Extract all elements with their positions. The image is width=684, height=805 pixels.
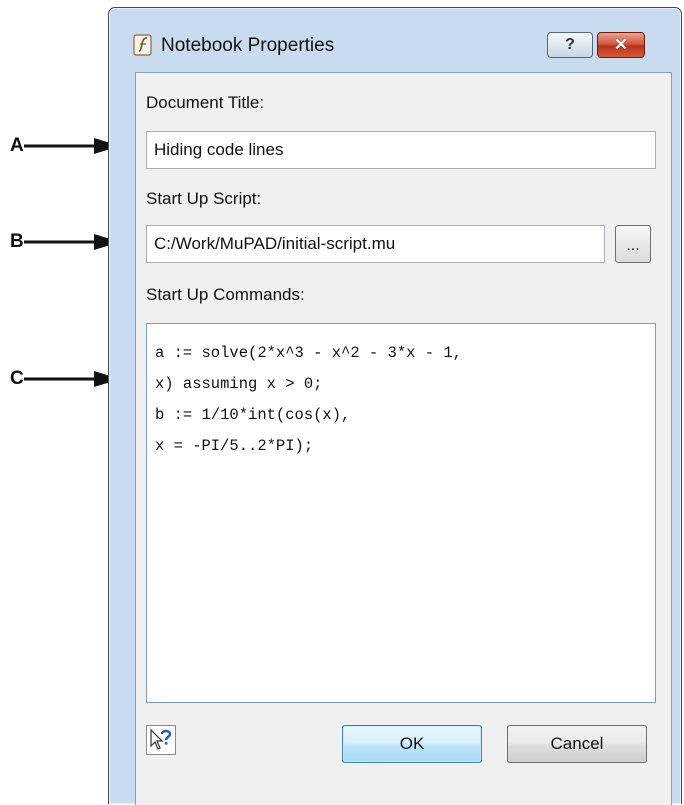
- close-button[interactable]: ✕: [597, 32, 645, 58]
- startup-script-label: Start Up Script:: [146, 189, 262, 208]
- startup-commands-textarea[interactable]: a := solve(2*x^3 - x^2 - 3*x - 1, x) ass…: [146, 323, 656, 703]
- question-mark-icon: ?: [565, 36, 575, 53]
- context-help-button[interactable]: [146, 725, 176, 755]
- callout-b-arrow-icon: [24, 234, 120, 250]
- command-line: x = -PI/5..2*PI);: [155, 437, 314, 455]
- startup-commands-label: Start Up Commands:: [146, 285, 305, 304]
- ellipsis-icon: ...: [626, 237, 640, 254]
- startup-script-value: C:/Work/MuPAD/initial-script.mu: [154, 234, 396, 253]
- callout-a-arrow-icon: [24, 138, 120, 154]
- ok-label: OK: [399, 734, 425, 753]
- close-icon: ✕: [613, 35, 629, 54]
- startup-script-input[interactable]: C:/Work/MuPAD/initial-script.mu: [146, 225, 605, 263]
- titlebar-help-button[interactable]: ?: [547, 32, 593, 58]
- command-line: b := 1/10*int(cos(x),: [155, 406, 351, 424]
- window-title: Notebook Properties: [161, 35, 335, 56]
- document-title-input[interactable]: Hiding code lines: [146, 131, 656, 169]
- mupad-notebook-icon: [133, 34, 152, 56]
- title-bar[interactable]: Notebook Properties ? ✕: [109, 8, 681, 68]
- callout-c-arrow-icon: [24, 371, 120, 387]
- document-title-value: Hiding code lines: [154, 140, 284, 159]
- cancel-label: Cancel: [550, 734, 604, 753]
- dialog-body: Document Title: Hiding code lines Start …: [135, 72, 672, 805]
- help-pointer-icon: [150, 728, 172, 750]
- browse-button[interactable]: ...: [615, 225, 651, 263]
- command-line: x) assuming x > 0;: [155, 375, 323, 393]
- command-line: a := solve(2*x^3 - x^2 - 3*x - 1,: [155, 344, 462, 362]
- cancel-button[interactable]: Cancel: [507, 725, 647, 763]
- document-title-label: Document Title:: [146, 93, 265, 112]
- notebook-properties-dialog: Notebook Properties ? ✕ Document Title: …: [108, 7, 682, 805]
- ok-button[interactable]: OK: [342, 725, 482, 763]
